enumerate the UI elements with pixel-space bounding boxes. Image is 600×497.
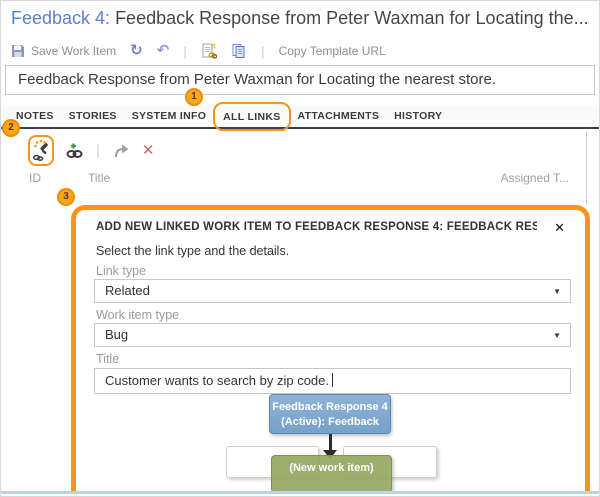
- copy-template-url-button[interactable]: Copy Template URL: [279, 44, 386, 58]
- tab-stories[interactable]: STORIES: [69, 110, 117, 122]
- copy-icon[interactable]: [231, 43, 247, 59]
- text-cursor: [332, 373, 333, 387]
- diagram-source-line2: (Active): Feedback: [270, 415, 390, 430]
- add-existing-link-icon[interactable]: [64, 139, 84, 161]
- work-item-id-link[interactable]: Feedback 4:: [11, 8, 110, 28]
- save-icon: [11, 44, 25, 58]
- diagram-source-line1: Feedback Response 4: [270, 400, 390, 415]
- callout-badge-3: 3: [57, 188, 75, 206]
- remove-link-icon[interactable]: ✕: [142, 141, 155, 159]
- tab-attachments[interactable]: ATTACHMENTS: [298, 110, 380, 122]
- add-new-linked-item-icon[interactable]: [31, 139, 51, 161]
- diagram-new-item-node: (New work item): [271, 455, 392, 493]
- tab-notes[interactable]: NOTES: [16, 110, 54, 122]
- toolbar-separator: |: [183, 43, 187, 59]
- refresh-icon[interactable]: ↻: [130, 43, 143, 59]
- link-type-value: Related: [105, 283, 150, 298]
- column-header-title[interactable]: Title: [88, 171, 110, 185]
- add-linked-work-item-dialog: ADD NEW LINKED WORK ITEM TO FEEDBACK RES…: [71, 205, 590, 493]
- copy-template-url-label: Copy Template URL: [279, 44, 386, 58]
- new-item-title-value: Customer wants to search by zip code.: [105, 373, 329, 388]
- new-item-title-input[interactable]: Customer wants to search by zip code.: [94, 368, 571, 394]
- work-item-type-label: Work item type: [96, 308, 179, 322]
- tab-strip: NOTES STORIES SYSTEM INFO ALL LINKS ATTA…: [1, 105, 599, 129]
- toolbar-separator: |: [261, 43, 265, 59]
- page-title: Feedback 4: Feedback Response from Peter…: [11, 8, 589, 29]
- new-linked-item-highlight-outline: [28, 135, 54, 166]
- diagram-source-node: Feedback Response 4 (Active): Feedback: [269, 394, 391, 434]
- save-work-item-button[interactable]: Save Work Item: [11, 44, 116, 58]
- close-icon[interactable]: ✕: [554, 220, 565, 236]
- callout-badge-1: 1: [185, 88, 203, 106]
- column-header-id[interactable]: ID: [29, 171, 41, 185]
- tab-system-info[interactable]: SYSTEM INFO: [132, 110, 206, 122]
- main-toolbar: Save Work Item ↻ ↶ |: [11, 40, 386, 62]
- dialog-subtitle: Select the link type and the details.: [96, 244, 289, 258]
- new-item-title-label: Title: [96, 352, 119, 366]
- tab-history[interactable]: HISTORY: [394, 110, 442, 122]
- save-work-item-label: Save Work Item: [31, 44, 116, 58]
- bottom-edge-strip: [1, 491, 599, 494]
- callout-badge-2: 2: [2, 119, 20, 137]
- chevron-down-icon: ▼: [553, 281, 561, 303]
- link-type-label: Link type: [96, 264, 146, 278]
- work-item-window: Feedback 4: Feedback Response from Peter…: [0, 0, 600, 497]
- links-toolbar-separator: |: [96, 142, 100, 159]
- link-type-select[interactable]: Related ▼: [94, 279, 571, 303]
- diagram-arrow-line: [329, 434, 332, 451]
- grid-right-border: [586, 132, 587, 205]
- tab-all-links[interactable]: ALL LINKS: [223, 111, 280, 123]
- open-linked-item-icon[interactable]: [112, 139, 132, 161]
- dialog-title: ADD NEW LINKED WORK ITEM TO FEEDBACK RES…: [96, 221, 537, 233]
- column-header-assigned-to[interactable]: Assigned T...: [501, 171, 569, 185]
- work-item-title-input[interactable]: Feedback Response from Peter Waxman for …: [5, 65, 595, 95]
- work-item-title-text: Feedback Response from Peter Waxman for …: [110, 8, 589, 28]
- work-item-type-select[interactable]: Bug ▼: [94, 323, 571, 347]
- link-document-icon[interactable]: [201, 43, 217, 59]
- work-item-type-value: Bug: [105, 327, 128, 342]
- chevron-down-icon: ▼: [553, 325, 561, 347]
- all-links-highlight-outline: ALL LINKS: [213, 102, 290, 131]
- undo-icon[interactable]: ↶: [157, 43, 170, 59]
- links-toolbar: | ✕: [28, 134, 154, 166]
